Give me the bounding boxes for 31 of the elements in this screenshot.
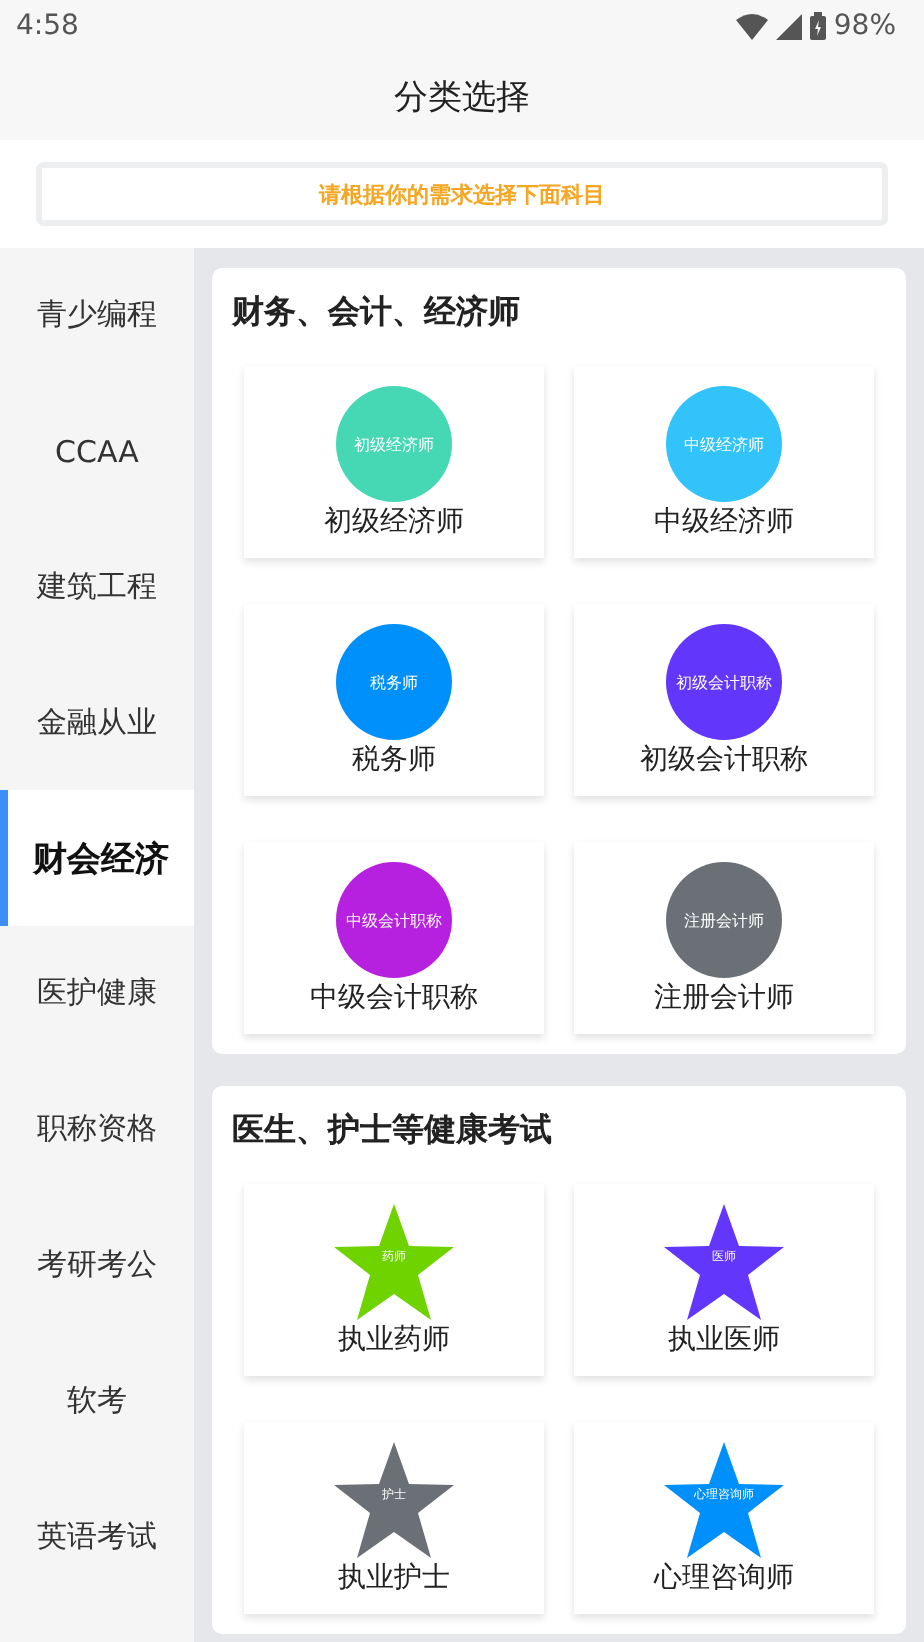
subject-tile[interactable]: 税务师 税务师 xyxy=(244,604,544,796)
subject-tile[interactable]: 中级经济师 中级经济师 xyxy=(574,366,874,558)
category-tab[interactable]: 青少编程 xyxy=(0,248,194,384)
subject-tile[interactable]: 初级会计职称 初级会计职称 xyxy=(574,604,874,796)
page-title: 分类选择 xyxy=(394,75,530,119)
category-tab[interactable]: CCAA xyxy=(0,383,194,520)
wifi-icon xyxy=(735,13,768,39)
category-tab[interactable]: 考研考公 xyxy=(0,1197,194,1333)
category-tab[interactable]: 职称资格 xyxy=(0,1061,194,1198)
battery-icon xyxy=(809,12,826,40)
category-tab[interactable]: 金融从业 xyxy=(0,654,194,791)
subject-logo: 注册会计师 xyxy=(666,862,782,978)
category-tab[interactable]: 医护健康 xyxy=(0,925,194,1062)
subject-logo: 初级经济师 xyxy=(336,386,452,502)
subject-logo: 中级会计职称 xyxy=(336,862,452,978)
category-tab[interactable]: 建筑工程 xyxy=(0,519,194,655)
category-tab[interactable]: 软考 xyxy=(0,1332,194,1469)
notice-banner: 请根据你的需求选择下面科目 xyxy=(36,162,888,226)
category-tab[interactable]: 财会经济 xyxy=(0,790,194,926)
subject-tile[interactable]: 初级经济师 初级经济师 xyxy=(244,366,544,558)
section-title: 医生、护士等健康考试 xyxy=(232,1110,554,1152)
status-time: 4:58 xyxy=(16,10,79,42)
subject-logo: 税务师 xyxy=(336,624,452,740)
subject-logo: 初级会计职称 xyxy=(666,624,782,740)
subject-tile[interactable]: 中级会计职称 中级会计职称 xyxy=(244,842,544,1034)
section-title: 财务、会计、经济师 xyxy=(232,292,522,334)
subject-tile[interactable]: 注册会计师 注册会计师 xyxy=(574,842,874,1034)
subject-logo: 中级经济师 xyxy=(666,386,782,502)
battery-percent: 98% xyxy=(833,10,896,42)
category-tab[interactable]: 英语考试 xyxy=(0,1468,194,1604)
signal-icon xyxy=(775,13,802,39)
